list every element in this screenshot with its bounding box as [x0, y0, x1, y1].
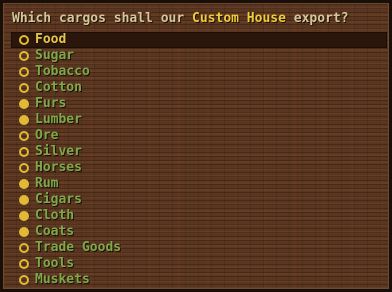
cargo-label: Lumber: [35, 112, 82, 127]
prompt-highlight-custom-house: Custom House: [192, 11, 286, 26]
cargo-label: Rum: [35, 176, 59, 191]
cargo-label: Furs: [35, 96, 67, 111]
cargo-item-cigars[interactable]: Cigars: [11, 192, 387, 208]
checkbox-icon[interactable]: [19, 243, 29, 253]
checkbox-icon[interactable]: [19, 259, 29, 269]
checkbox-icon[interactable]: [19, 131, 29, 141]
dialog-prompt: Which cargos shall our Custom House expo…: [12, 9, 349, 29]
cargo-item-rum[interactable]: Rum: [11, 176, 387, 192]
custom-house-dialog: Which cargos shall our Custom House expo…: [0, 0, 392, 292]
checkbox-icon[interactable]: [19, 35, 29, 45]
checkbox-icon[interactable]: [19, 147, 29, 157]
cargo-item-trade-goods[interactable]: Trade Goods: [11, 240, 387, 256]
cargo-item-tools[interactable]: Tools: [11, 256, 387, 272]
cargo-item-furs[interactable]: Furs: [11, 96, 387, 112]
cargo-item-horses[interactable]: Horses: [11, 160, 387, 176]
checkbox-icon[interactable]: [19, 227, 29, 237]
cargo-label: Food: [35, 32, 67, 47]
cargo-label: Coats: [35, 224, 75, 239]
cargo-label: Horses: [35, 160, 82, 175]
checkbox-icon[interactable]: [19, 67, 29, 77]
checkbox-icon[interactable]: [19, 163, 29, 173]
cargo-label: Sugar: [35, 48, 75, 63]
cargo-label: Silver: [35, 144, 82, 159]
checkbox-icon[interactable]: [19, 51, 29, 61]
cargo-label: Cloth: [35, 208, 75, 223]
cargo-item-muskets[interactable]: Muskets: [11, 272, 387, 288]
prompt-text-end: export?: [285, 11, 349, 26]
checkbox-icon[interactable]: [19, 83, 29, 93]
cargo-item-ore[interactable]: Ore: [11, 128, 387, 144]
checkbox-icon[interactable]: [19, 211, 29, 221]
cargo-item-coats[interactable]: Coats: [11, 224, 387, 240]
cargo-label: Tobacco: [35, 64, 90, 79]
cargo-label: Trade Goods: [35, 240, 122, 255]
checkbox-icon[interactable]: [19, 99, 29, 109]
cargo-item-cotton[interactable]: Cotton: [11, 80, 387, 96]
checkbox-icon[interactable]: [19, 115, 29, 125]
cargo-item-tobacco[interactable]: Tobacco: [11, 64, 387, 80]
checkbox-icon[interactable]: [19, 275, 29, 285]
cargo-item-cloth[interactable]: Cloth: [11, 208, 387, 224]
cargo-label: Muskets: [35, 272, 90, 287]
cargo-item-lumber[interactable]: Lumber: [11, 112, 387, 128]
cargo-label: Cigars: [35, 192, 82, 207]
cargo-item-sugar[interactable]: Sugar: [11, 48, 387, 64]
checkbox-icon[interactable]: [19, 195, 29, 205]
cargo-label: Cotton: [35, 80, 82, 95]
cargo-label: Ore: [35, 128, 59, 143]
cargo-item-silver[interactable]: Silver: [11, 144, 387, 160]
cargo-label: Tools: [35, 256, 75, 271]
cargo-item-food[interactable]: Food: [11, 32, 387, 48]
cargo-list: Food Sugar Tobacco Cotton Furs Lumber Or…: [11, 32, 387, 288]
prompt-text-start: Which cargos shall our: [12, 11, 193, 26]
checkbox-icon[interactable]: [19, 179, 29, 189]
